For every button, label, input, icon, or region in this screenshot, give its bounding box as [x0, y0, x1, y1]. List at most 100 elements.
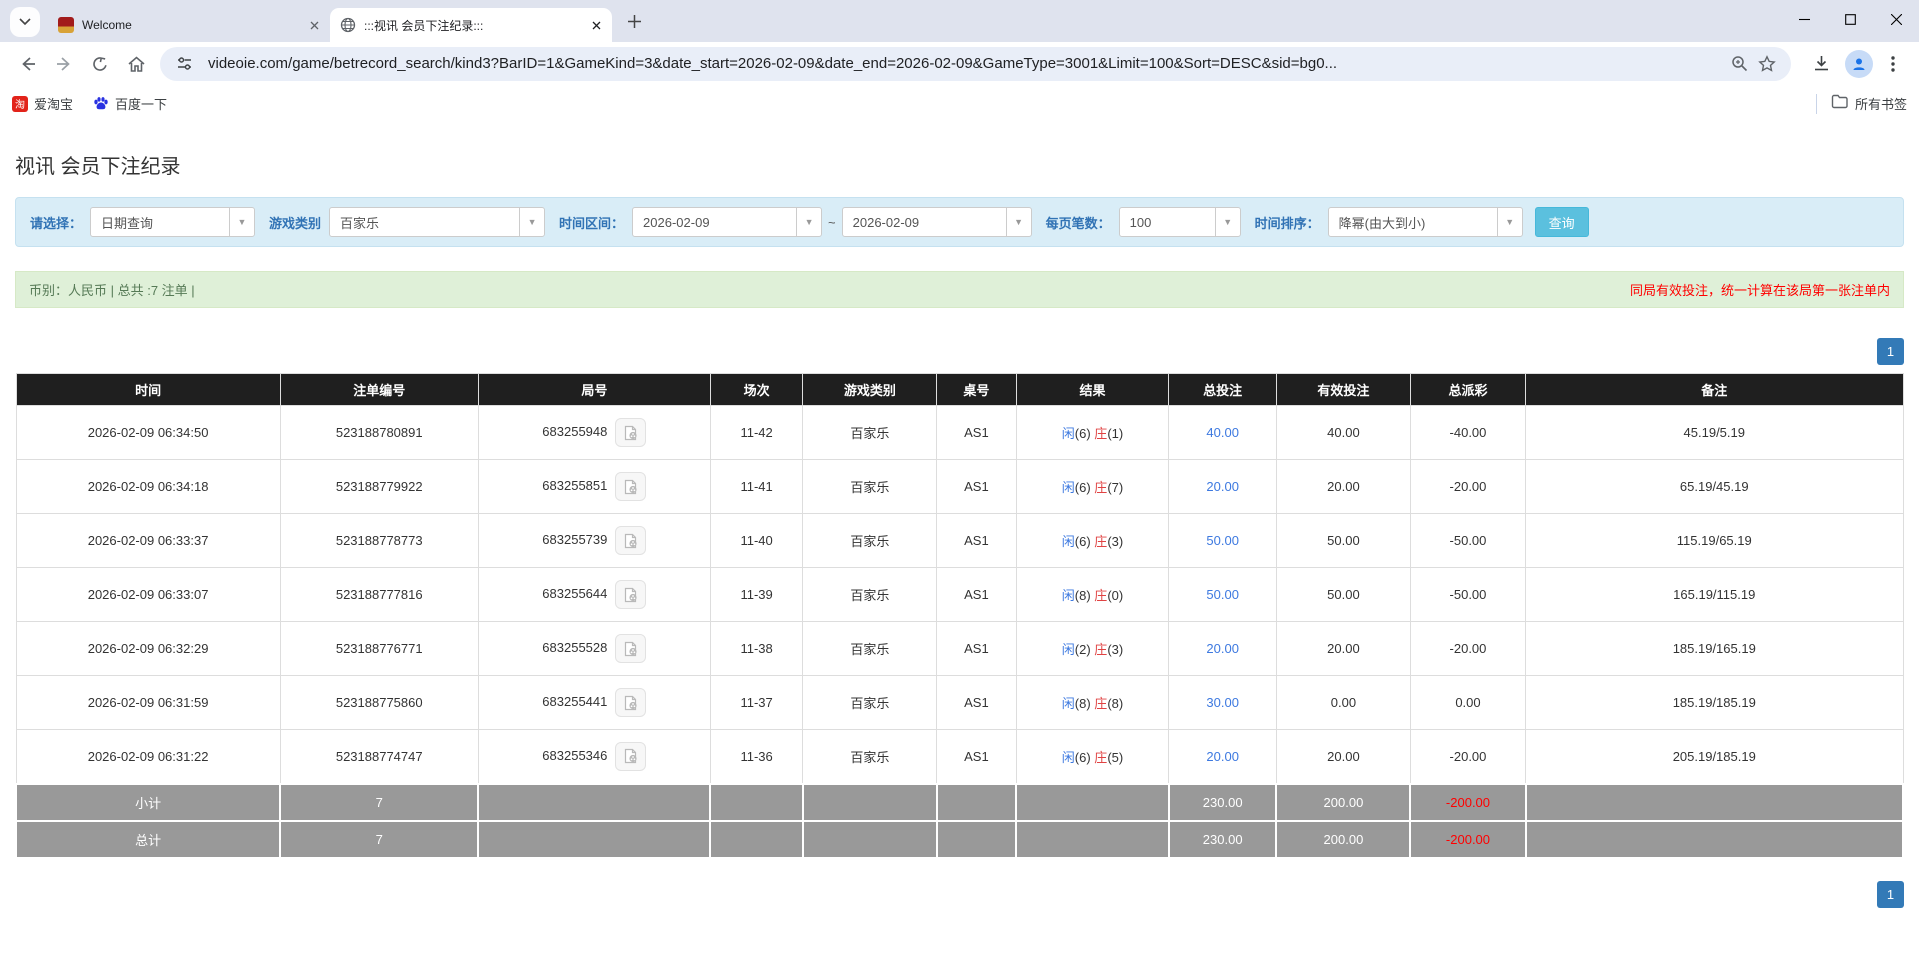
column-header: 有效投注 — [1275, 373, 1411, 406]
tab-close-icon[interactable] — [306, 17, 322, 33]
address-bar[interactable]: videoie.com/game/betrecord_search/kind3?… — [160, 46, 1791, 81]
profile-avatar-icon[interactable] — [1845, 49, 1873, 78]
subtotal-cell-total-bet: 230.00 — [1167, 782, 1278, 822]
forward-button[interactable] — [46, 46, 82, 82]
cell-game-kind: 百家乐 — [802, 405, 938, 460]
chevron-down-icon[interactable]: ▼ — [796, 208, 821, 236]
browser-toolbar: videoie.com/game/betrecord_search/kind3?… — [0, 42, 1919, 85]
cell-session: 11-41 — [709, 459, 804, 514]
page-title: 视讯 会员下注纪录 — [15, 156, 181, 178]
total-row: 总计 7 230.00 200.00 -200.00 — [14, 819, 1905, 859]
chevron-down-icon[interactable]: ▼ — [229, 208, 254, 236]
bookmark-label: 百度一下 — [115, 97, 168, 112]
date-end-select[interactable]: 2026-02-09 ▼ — [841, 207, 1032, 237]
cell-time: 2026-02-09 06:31:22 — [15, 729, 281, 784]
cell-total-bet[interactable]: 30.00 — [1168, 675, 1277, 730]
subtotal-cell-payout: -200.00 — [1409, 782, 1527, 822]
close-window-button[interactable] — [1873, 0, 1919, 38]
video-replay-button[interactable] — [615, 580, 647, 609]
chevron-down-icon[interactable]: ▼ — [1214, 208, 1240, 236]
back-button[interactable] — [10, 46, 46, 82]
tab-bet-records[interactable]: :::视讯 会员下注纪录::: — [330, 8, 612, 42]
cell-session: 11-42 — [709, 405, 804, 460]
total-cell-label: 总计 — [14, 819, 282, 859]
table-row: 2026-02-09 06:33:37 523188778773 683255739… — [15, 513, 1904, 568]
reload-button[interactable] — [82, 46, 118, 82]
chevron-down-icon — [19, 18, 31, 26]
cell-total-bet[interactable]: 50.00 — [1168, 567, 1277, 622]
page-1-button[interactable]: 1 — [1877, 880, 1904, 908]
game-kind-label: 游戏类别 — [269, 215, 322, 231]
tab-close-icon[interactable] — [588, 17, 604, 33]
all-bookmarks[interactable]: 所有书签 — [1815, 93, 1907, 114]
cell-total-bet[interactable]: 20.00 — [1168, 459, 1277, 514]
globe-favicon-icon — [340, 17, 356, 33]
cell-total-bet[interactable]: 20.00 — [1168, 729, 1277, 784]
search-button[interactable]: 查询 — [1534, 207, 1589, 237]
cell-total-bet[interactable]: 20.00 — [1168, 621, 1277, 676]
cell-bet-id: 523188774747 — [279, 729, 479, 784]
downloads-icon[interactable] — [1805, 48, 1837, 80]
bet-records-table: 时间 注单编号 局号 场次 游戏类别 桌号 结果 总投注 有效投注 总派彩 备注 2026-02-0… — [14, 373, 1905, 859]
table-row: 2026-02-09 06:34:18 523188779922 683255851… — [15, 459, 1904, 514]
cell-result: 闲(6) 庄(1) — [1015, 405, 1170, 460]
cell-time: 2026-02-09 06:34:50 — [15, 405, 281, 460]
bookmark-aitaobao[interactable]: 淘 爱淘宝 — [12, 94, 73, 113]
per-page-select[interactable]: 100 ▼ — [1118, 207, 1241, 237]
cell-table-no: AS1 — [936, 567, 1017, 622]
cell-result: 闲(8) 庄(0) — [1015, 567, 1170, 622]
url-text[interactable]: videoie.com/game/betrecord_search/kind3?… — [208, 55, 1725, 72]
sort-select[interactable]: 降幂(由大到小) ▼ — [1327, 207, 1523, 237]
cell-total-bet[interactable]: 40.00 — [1168, 405, 1277, 460]
minimize-button[interactable] — [1781, 0, 1827, 38]
cell-time: 2026-02-09 06:33:07 — [15, 567, 281, 622]
tab-search-button[interactable] — [10, 7, 40, 37]
video-replay-button[interactable] — [615, 472, 647, 501]
cell-game-kind: 百家乐 — [802, 729, 938, 784]
video-replay-button[interactable] — [615, 634, 647, 663]
video-file-icon — [624, 425, 637, 440]
cell-remark: 45.19/5.19 — [1525, 405, 1904, 460]
chevron-down-icon[interactable]: ▼ — [519, 208, 544, 236]
column-header: 结果 — [1015, 373, 1170, 406]
home-button[interactable] — [118, 46, 154, 82]
new-tab-button[interactable] — [620, 7, 648, 35]
tab-welcome[interactable]: Welcome — [48, 8, 330, 42]
page-1-button[interactable]: 1 — [1877, 338, 1904, 365]
cell-valid-bet: 40.00 — [1275, 405, 1411, 460]
total-cell-payout: -200.00 — [1409, 819, 1527, 859]
cell-game-kind: 百家乐 — [802, 567, 938, 622]
subtotal-cell-label: 小计 — [14, 782, 282, 822]
video-replay-button[interactable] — [615, 418, 647, 447]
cell-valid-bet: 20.00 — [1275, 729, 1411, 784]
cell-remark: 115.19/65.19 — [1525, 513, 1904, 568]
cell-session: 11-39 — [709, 567, 804, 622]
cell-result: 闲(6) 庄(3) — [1015, 513, 1170, 568]
query-type-select[interactable]: 日期查询 ▼ — [90, 207, 256, 237]
zoom-icon[interactable] — [1725, 50, 1753, 78]
bookmark-baidu[interactable]: 百度一下 — [93, 94, 167, 113]
cell-time: 2026-02-09 06:32:29 — [15, 621, 281, 676]
total-cell-empty — [709, 819, 804, 859]
subtotal-cell-empty — [477, 782, 712, 822]
browser-menu-icon[interactable] — [1877, 48, 1909, 80]
filter-bar: 请选择： 日期查询 ▼ 游戏类别 百家乐 ▼ 时间区间： 2026-02-09 … — [15, 197, 1904, 247]
chevron-down-icon[interactable]: ▼ — [1496, 208, 1522, 236]
maximize-button[interactable] — [1827, 0, 1873, 38]
valid-bet-notice-text: 同局有效投注，统一计算在该局第一张注单内 — [1629, 283, 1890, 298]
chevron-down-icon[interactable]: ▼ — [1005, 208, 1031, 236]
cell-total-bet[interactable]: 50.00 — [1168, 513, 1277, 568]
bookmark-star-icon[interactable] — [1753, 50, 1781, 78]
game-kind-select[interactable]: 百家乐 ▼ — [329, 207, 546, 237]
total-cell-empty — [1015, 819, 1170, 859]
video-replay-button[interactable] — [615, 688, 647, 717]
subtotal-cell-valid-bet: 200.00 — [1275, 782, 1412, 822]
video-replay-button[interactable] — [615, 741, 647, 771]
date-start-select[interactable]: 2026-02-09 ▼ — [632, 207, 823, 237]
cell-payout: -20.00 — [1409, 621, 1527, 676]
video-replay-button[interactable] — [615, 526, 647, 555]
site-settings-icon[interactable] — [170, 50, 198, 78]
info-bar: 币别：人民币 | 总共 :7 注单 | 同局有效投注，统一计算在该局第一张注单内 — [15, 271, 1904, 308]
column-header: 局号 — [477, 373, 711, 406]
subtotal-cell-empty — [801, 782, 938, 822]
